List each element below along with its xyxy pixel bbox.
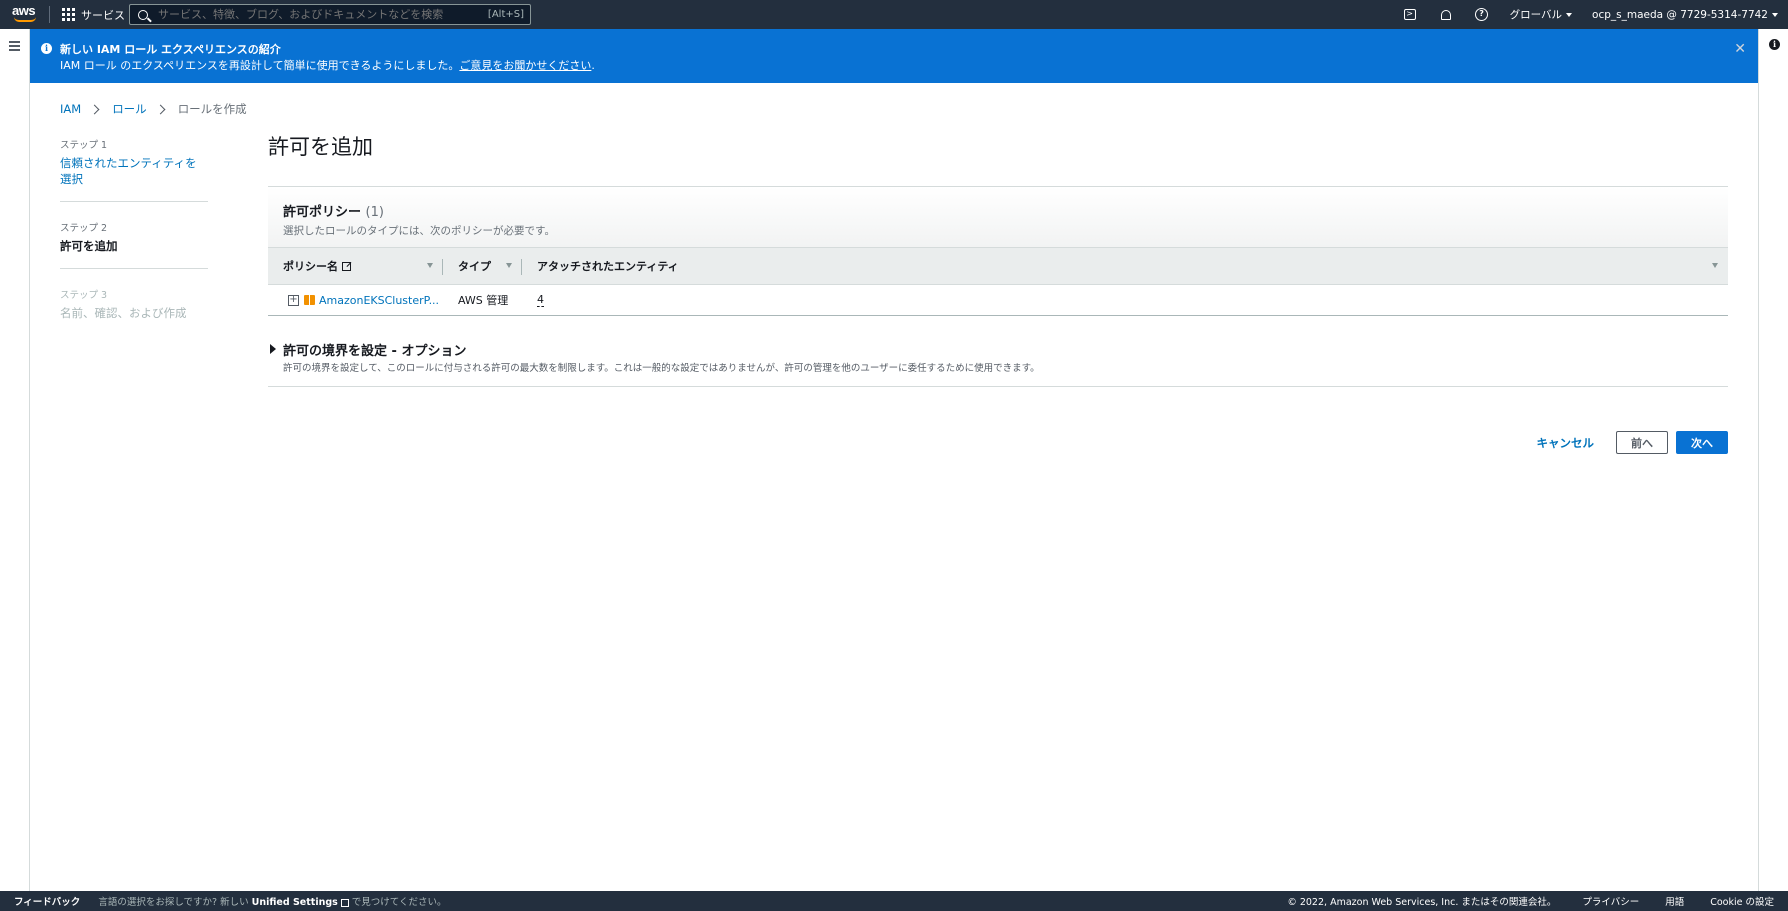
top-navigation: aws サービス [Alt+S] > ? グローバル ocp_s_maeda @… xyxy=(0,0,1788,29)
external-link-icon xyxy=(340,898,349,907)
services-label: サービス xyxy=(81,8,125,22)
column-type[interactable]: タイプ xyxy=(443,248,522,284)
step-add-permissions: 許可を追加 xyxy=(60,239,118,253)
aws-managed-policy-icon xyxy=(304,295,315,305)
chevron-down-icon xyxy=(1566,12,1573,17)
chevron-right-icon xyxy=(155,104,166,114)
flash-title: 新しい IAM ロール エクスペリエンスの紹介 xyxy=(60,43,281,56)
sort-icon[interactable] xyxy=(427,263,433,268)
breadcrumb-current: ロールを作成 xyxy=(177,102,247,116)
close-icon[interactable]: ✕ xyxy=(1734,42,1746,56)
breadcrumb-roles[interactable]: ロール xyxy=(112,101,147,117)
footer-message-post: で見つけてください。 xyxy=(351,897,447,908)
permissions-policies-panel: 許可ポリシー (1) 選択したロールのタイプには、次のポリシーが必要です。 ポリ… xyxy=(268,186,1728,316)
footer-message: 言語の選択をお探しですか? 新しい Unified Settings で見つけてく… xyxy=(98,894,446,908)
external-link-icon xyxy=(342,261,351,271)
sort-icon[interactable] xyxy=(506,263,512,268)
expand-icon[interactable]: + xyxy=(288,294,299,306)
sort-icon[interactable] xyxy=(1712,263,1718,268)
page-title: 許可を追加 xyxy=(268,135,373,159)
wizard-actions: キャンセル 前へ 次へ xyxy=(1523,431,1728,454)
breadcrumb-iam[interactable]: IAM xyxy=(60,102,81,116)
wizard-steps: ステップ 1 信頼されたエンティティを選択 ステップ 2 許可を追加 ステップ … xyxy=(60,137,208,353)
panel-title-text: 許可ポリシー xyxy=(283,205,362,220)
panel-subtitle: 選択したロールのタイプには、次のポリシーが必要です。 xyxy=(283,225,555,237)
menu-icon[interactable] xyxy=(9,41,20,53)
step-select-trusted-entity-link[interactable]: 信頼されたエンティティを選択 xyxy=(60,155,208,187)
flash-link-suffix: . xyxy=(591,59,595,72)
wizard-step-1: ステップ 1 信頼されたエンティティを選択 xyxy=(60,137,208,202)
copyright: © 2022, Amazon Web Services, Inc. またはその関… xyxy=(1287,897,1557,908)
unified-settings-link[interactable]: Unified Settings xyxy=(252,897,338,908)
nav-right-group: > ? グローバル ocp_s_maeda @ 7729-5314-7742 xyxy=(1392,0,1788,29)
account-menu[interactable]: ocp_s_maeda @ 7729-5314-7742 xyxy=(1582,0,1788,29)
bell-icon xyxy=(1440,9,1451,20)
next-button[interactable]: 次へ xyxy=(1676,431,1728,454)
chevron-right-icon xyxy=(89,104,100,114)
terms-link[interactable]: 用語 xyxy=(1665,894,1684,908)
wizard-step-2: ステップ 2 許可を追加 xyxy=(60,220,208,269)
info-icon: i xyxy=(41,43,52,54)
wizard-step-3: ステップ 3 名前、確認、および作成 xyxy=(60,287,208,335)
step-label: ステップ 1 xyxy=(60,140,108,151)
grid-icon xyxy=(62,8,75,21)
cloudshell-button[interactable]: > xyxy=(1392,0,1428,29)
region-label: グローバル xyxy=(1509,9,1563,21)
notifications-button[interactable] xyxy=(1428,0,1464,29)
terminal-icon: > xyxy=(1403,9,1416,20)
chevron-down-icon xyxy=(1772,12,1778,17)
step-label: ステップ 3 xyxy=(60,290,108,301)
column-label: タイプ xyxy=(458,260,491,273)
step-name-review-create: 名前、確認、および作成 xyxy=(60,306,187,320)
attached-entities-count[interactable]: 4 xyxy=(537,293,544,307)
console-footer: フィードバック 言語の選択をお探しですか? 新しい Unified Settin… xyxy=(0,891,1788,911)
flash-body: IAM ロール のエクスペリエンスを再設計して簡単に使用できるようにしました。ご… xyxy=(60,57,595,73)
permissions-boundary-toggle[interactable]: 許可の境界を設定 - オプション xyxy=(283,340,466,359)
left-navigation-rail xyxy=(0,29,30,891)
help-button[interactable]: ? xyxy=(1464,0,1500,29)
column-label: ポリシー名 xyxy=(283,260,338,273)
column-attached-entities[interactable]: アタッチされたエンティティ xyxy=(522,248,1728,284)
info-flash-banner: i 新しい IAM ロール エクスペリエンスの紹介 IAM ロール のエクスペリ… xyxy=(30,29,1758,83)
region-menu[interactable]: グローバル xyxy=(1500,0,1582,29)
aws-logo[interactable]: aws xyxy=(12,4,40,24)
footer-message-pre: 言語の選択をお探しですか? 新しい xyxy=(98,897,249,908)
flash-body-text: IAM ロール のエクスペリエンスを再設計して簡単に使用できるようにしました。 xyxy=(60,59,460,72)
cancel-button[interactable]: キャンセル xyxy=(1523,435,1609,451)
info-icon[interactable]: i xyxy=(1769,39,1780,50)
attached-entities-cell: 4 xyxy=(537,285,544,315)
panel-header: 許可ポリシー (1) 選択したロールのタイプには、次のポリシーが必要です。 xyxy=(268,187,1728,247)
search-input[interactable] xyxy=(158,8,488,21)
column-policy-name[interactable]: ポリシー名 xyxy=(268,248,443,284)
help-icon: ? xyxy=(1475,8,1489,21)
cookie-preferences-link[interactable]: Cookie の設定 xyxy=(1710,894,1774,908)
step-label: ステップ 2 xyxy=(60,223,108,234)
policy-name-cell: + AmazonEKSClusterP... xyxy=(288,285,439,315)
search-shortcut: [Alt+S] xyxy=(487,9,524,20)
feedback-link[interactable]: ご意見をお聞かせください xyxy=(459,59,591,72)
services-menu-button[interactable]: サービス xyxy=(62,0,125,29)
aws-logo-text: aws xyxy=(12,3,36,18)
permissions-boundary-description: 許可の境界を設定して、このロールに付与される許可の最大数を制限します。これは一般… xyxy=(283,363,1040,374)
table-row: + AmazonEKSClusterP... AWS 管理 4 xyxy=(268,285,1728,316)
policy-type-cell: AWS 管理 xyxy=(458,294,509,307)
footer-right: © 2022, Amazon Web Services, Inc. またはその関… xyxy=(1287,891,1774,911)
table-header: ポリシー名 タイプ アタッチされたエンティティ xyxy=(268,247,1728,285)
previous-button[interactable]: 前へ xyxy=(1616,431,1668,454)
column-label: アタッチされたエンティティ xyxy=(537,260,679,273)
right-help-rail: i xyxy=(1758,29,1788,891)
policy-name-link[interactable]: AmazonEKSClusterP... xyxy=(319,294,439,307)
feedback-button[interactable]: フィードバック xyxy=(14,894,80,908)
nav-divider xyxy=(49,6,50,23)
permissions-boundary-section: 許可の境界を設定 - オプション 許可の境界を設定して、このロールに付与される許… xyxy=(268,339,1728,387)
breadcrumb: IAM ロール ロールを作成 xyxy=(60,101,247,117)
account-label: ocp_s_maeda @ 7729-5314-7742 xyxy=(1592,8,1768,21)
caret-right-icon[interactable] xyxy=(270,344,276,354)
global-search[interactable]: [Alt+S] xyxy=(129,4,531,25)
search-icon xyxy=(138,9,148,20)
panel-title: 許可ポリシー (1) xyxy=(283,201,1713,220)
privacy-link[interactable]: プライバシー xyxy=(1582,894,1639,908)
aws-smile-icon xyxy=(14,17,36,22)
policy-count: (1) xyxy=(365,205,384,220)
